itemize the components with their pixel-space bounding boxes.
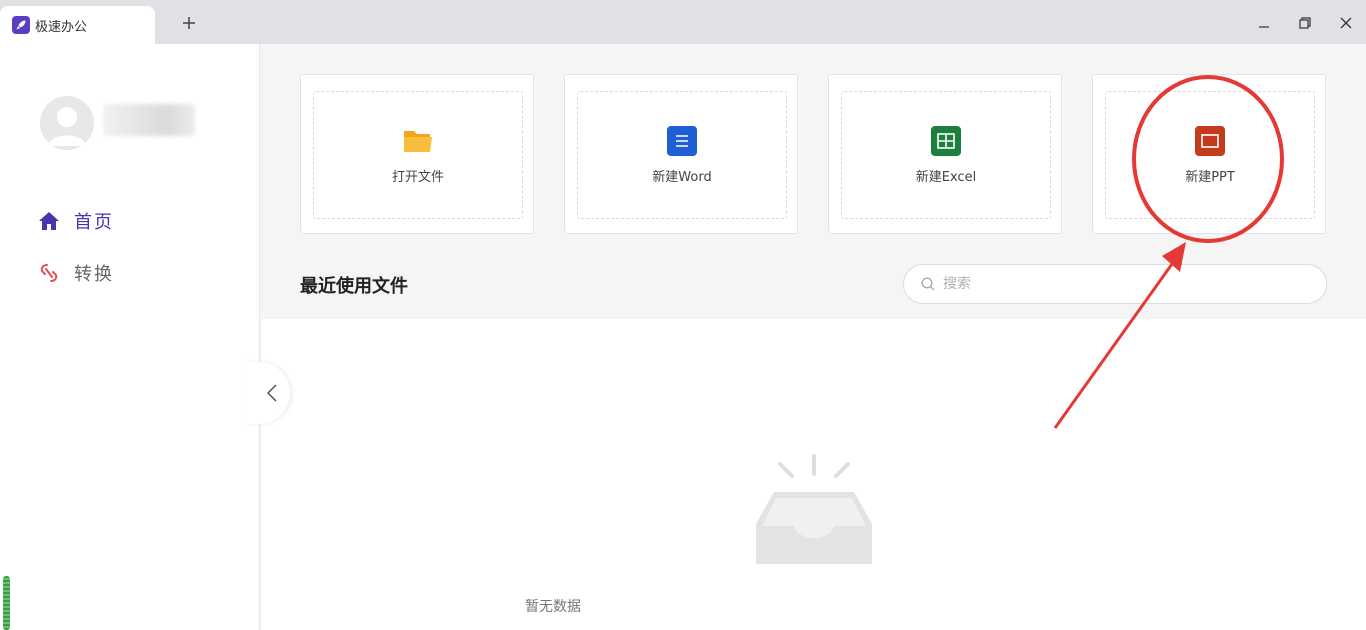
restore-button[interactable] — [1294, 12, 1316, 34]
sidebar-item-convert[interactable]: 转换 — [38, 258, 114, 288]
restore-icon — [1299, 17, 1311, 29]
minimize-icon — [1259, 26, 1269, 28]
card-label: 新建Excel — [915, 169, 977, 185]
search-input[interactable] — [943, 276, 1303, 292]
excel-sheet-icon — [931, 125, 961, 156]
home-icon — [39, 212, 59, 230]
sidebar: 首页 转换 — [0, 44, 260, 630]
username-blurred — [103, 104, 195, 136]
close-icon — [1340, 17, 1352, 29]
sidebar-item-label: 首页 — [74, 212, 114, 233]
section-title: 最近使用文件 — [300, 276, 408, 297]
sidebar-item-home[interactable]: 首页 — [38, 206, 114, 236]
avatar[interactable] — [40, 96, 94, 150]
empty-inbox-icon — [756, 454, 872, 564]
sidebar-item-label: 转换 — [74, 264, 114, 285]
folder-icon — [403, 126, 433, 156]
plus-icon — [183, 17, 195, 29]
search-icon — [921, 277, 935, 291]
card-label: 打开文件 — [391, 169, 444, 185]
card-label: 新建PPT — [1185, 169, 1235, 185]
convert-link-icon — [40, 264, 58, 282]
open-file-card[interactable]: 打开文件 — [300, 74, 534, 234]
empty-state-text: 暂无数据 — [0, 596, 1366, 616]
ppt-slide-icon — [1195, 125, 1225, 156]
app-tab[interactable]: 极速办公 — [0, 6, 155, 44]
chevron-left-icon — [266, 384, 277, 402]
title-bar: 极速办公 — [0, 0, 1366, 44]
rocket-logo-icon — [12, 16, 30, 34]
card-label: 新建Word — [652, 169, 712, 185]
user-avatar-icon — [48, 107, 86, 146]
tab-title: 极速办公 — [35, 19, 88, 35]
close-button[interactable] — [1335, 12, 1357, 34]
empty-state-label: 暂无数据 — [525, 599, 581, 615]
new-excel-card[interactable]: 新建Excel — [828, 74, 1062, 234]
minimize-button[interactable] — [1253, 12, 1275, 34]
word-doc-icon — [667, 125, 697, 156]
search-box[interactable] — [903, 264, 1327, 304]
new-ppt-card[interactable]: 新建PPT — [1092, 74, 1326, 234]
new-word-card[interactable]: 新建Word — [564, 74, 798, 234]
new-tab-button[interactable] — [178, 12, 200, 34]
